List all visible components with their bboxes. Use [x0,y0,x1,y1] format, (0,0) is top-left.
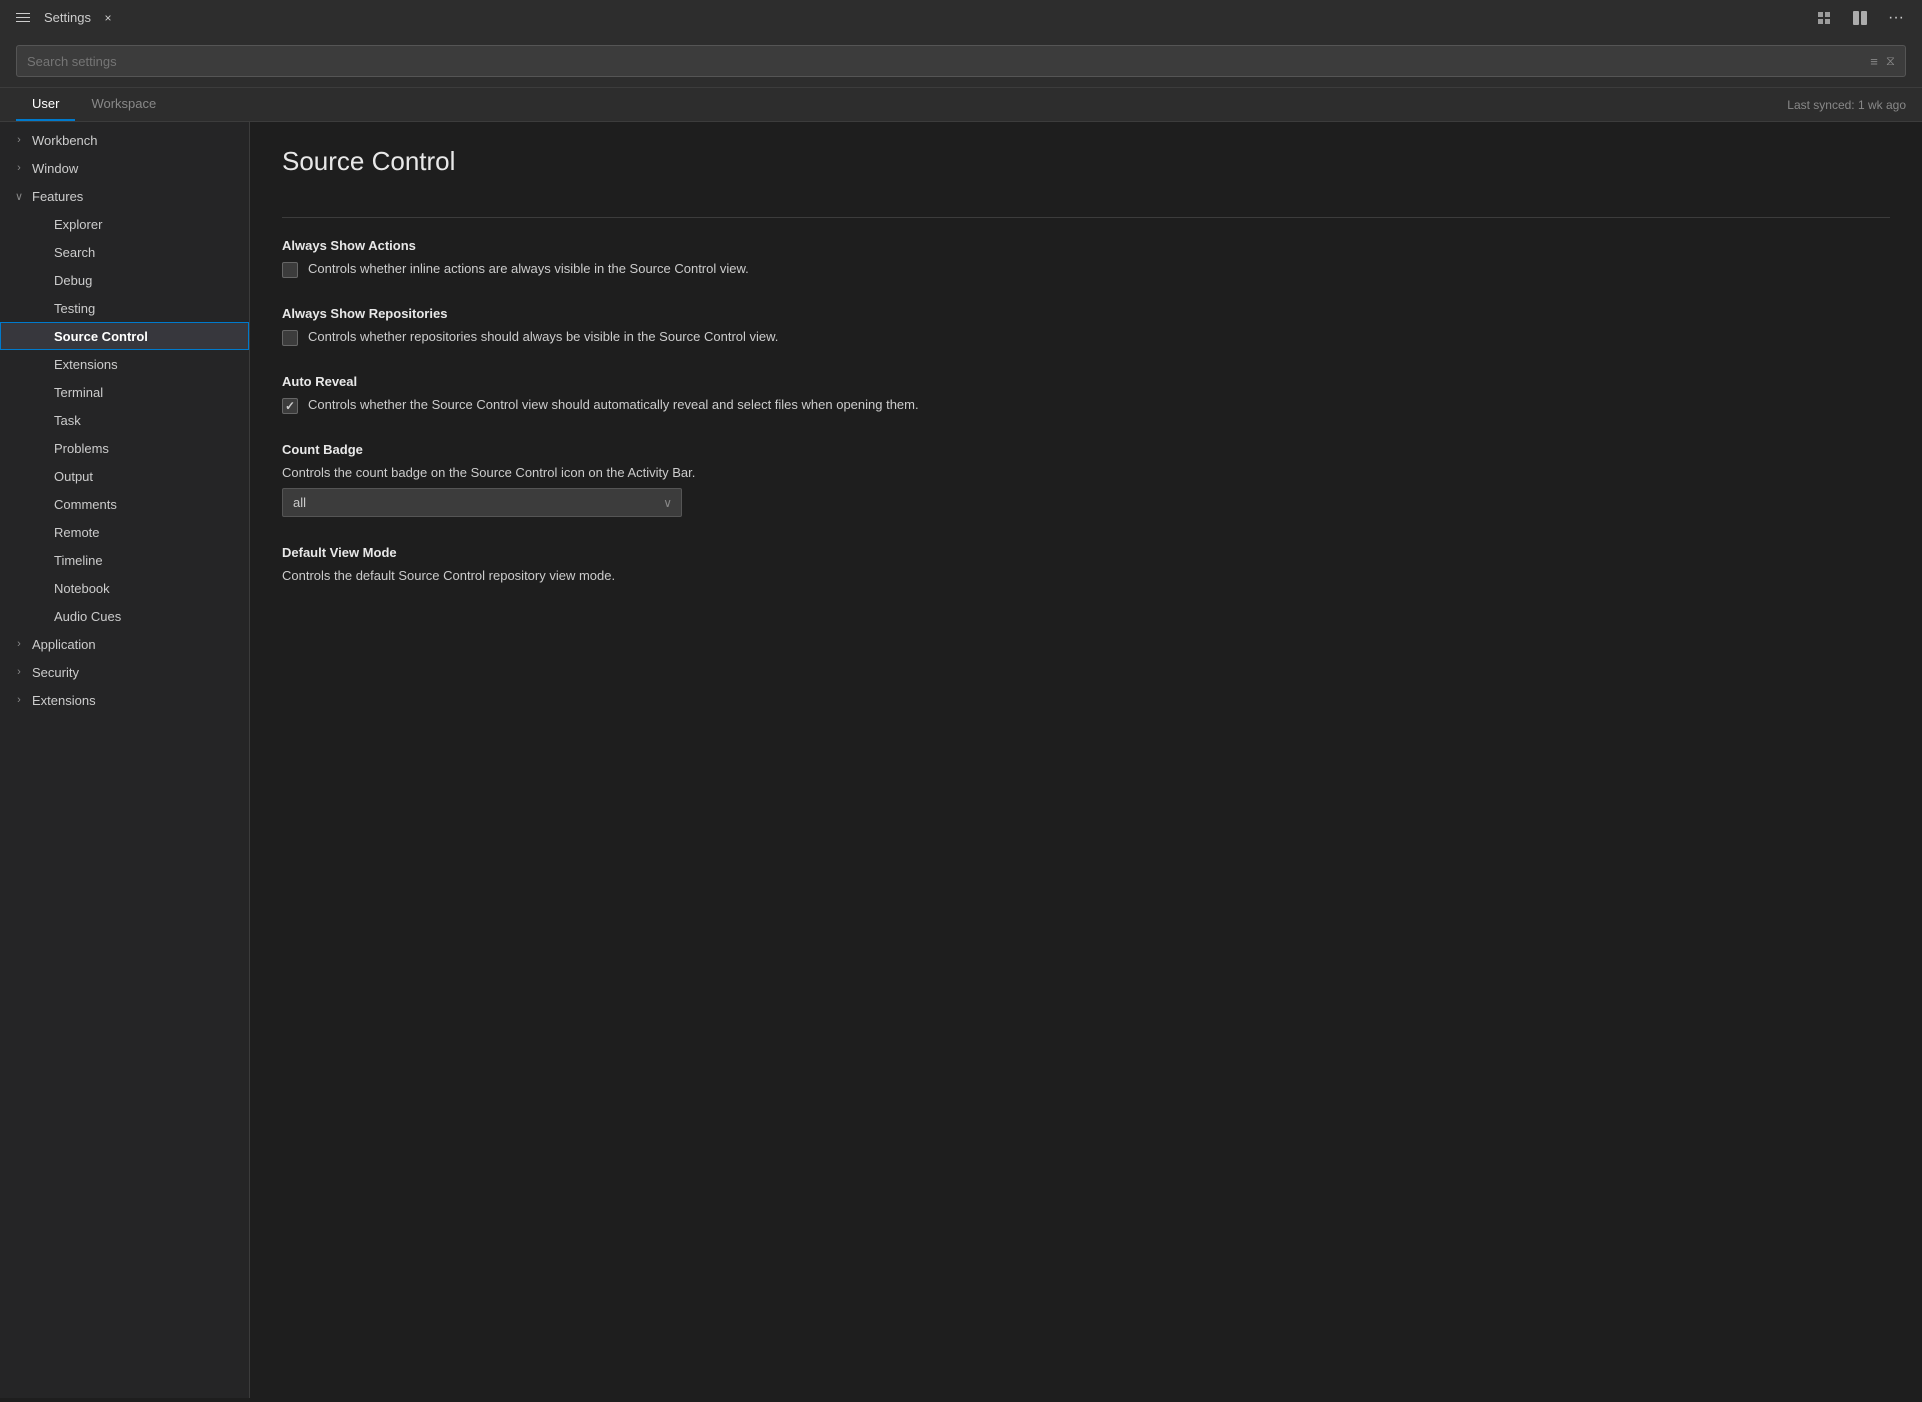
sidebar-item-label: Problems [54,441,109,456]
sidebar-item-label: Output [54,469,93,484]
sidebar-item-comments[interactable]: Comments [0,490,249,518]
setting-description: Controls whether repositories should alw… [308,329,778,344]
setting-always-show-actions: Always Show Actions Controls whether inli… [282,238,1890,278]
setting-row: Controls whether the Source Control view… [282,397,1890,414]
chevron-icon: › [12,638,26,650]
split-editor-icon[interactable] [1846,4,1874,32]
sidebar-item-label: Extensions [32,693,96,708]
title-bar-left: Settings × [12,9,115,26]
sidebar-item-testing[interactable]: Testing [0,294,249,322]
sidebar-item-label: Task [54,413,81,428]
sidebar-item-source-control[interactable]: Source Control [0,322,249,350]
tab-user[interactable]: User [16,88,75,121]
sidebar-item-label: Search [54,245,95,260]
filter-icon[interactable]: ⧖ [1886,53,1895,69]
chevron-icon: › [12,666,26,678]
tab-workspace[interactable]: Workspace [75,88,172,121]
search-bar: ≡ ⧖ [0,35,1922,88]
open-settings-icon[interactable] [1810,4,1838,32]
sidebar-item-label: Timeline [54,553,103,568]
more-actions-icon[interactable]: ··· [1882,4,1910,32]
setting-label: Count Badge [282,442,1890,457]
sidebar-item-label: Debug [54,273,92,288]
search-input[interactable] [27,54,1870,69]
sidebar-item-problems[interactable]: Problems [0,434,249,462]
sidebar-item-remote[interactable]: Remote [0,518,249,546]
sidebar-item-label: Extensions [54,357,118,372]
last-synced: Last synced: 1 wk ago [1787,98,1906,112]
sidebar-item-notebook[interactable]: Notebook [0,574,249,602]
setting-description: Controls whether inline actions are alwa… [308,261,749,276]
setting-label: Always Show Actions [282,238,1890,253]
select-count-badge[interactable]: allfocusedoff [282,488,682,517]
sidebar-item-label: Security [32,665,79,680]
setting-count-badge: Count Badge Controls the count badge on t… [282,442,1890,517]
sidebar-item-extensions-top[interactable]: › Extensions [0,686,249,714]
sidebar-item-terminal[interactable]: Terminal [0,378,249,406]
chevron-icon: › [12,694,26,706]
setting-label: Default View Mode [282,545,1890,560]
select-wrapper-count-badge: allfocusedoff∨ [282,488,682,517]
sidebar-item-label: Explorer [54,217,102,232]
tab-title: Settings [44,10,91,25]
tabs-bar: User Workspace Last synced: 1 wk ago [0,88,1922,122]
sidebar-item-label: Notebook [54,581,110,596]
chevron-icon: › [12,134,26,146]
sidebar-item-label: Source Control [54,329,148,344]
sidebar-item-audio-cues[interactable]: Audio Cues [0,602,249,630]
setting-description: Controls the default Source Control repo… [282,568,1890,583]
sidebar-item-workbench[interactable]: › Workbench [0,126,249,154]
sidebar-item-search[interactable]: Search [0,238,249,266]
search-input-wrapper[interactable]: ≡ ⧖ [16,45,1906,77]
sidebar-item-label: Window [32,161,78,176]
setting-row: Controls whether repositories should alw… [282,329,1890,346]
sidebar-item-debug[interactable]: Debug [0,266,249,294]
sidebar-item-label: Features [32,189,83,204]
menu-icon[interactable] [12,9,34,26]
page-title: Source Control [282,146,1890,189]
sidebar: › Workbench › Window ∨ Features Explorer Search… [0,122,250,1398]
sidebar-item-label: Remote [54,525,100,540]
sidebar-item-task[interactable]: Task [0,406,249,434]
main-layout: › Workbench › Window ∨ Features Explorer Search… [0,122,1922,1398]
sidebar-item-label: Comments [54,497,117,512]
title-bar-actions: ··· [1810,4,1910,32]
setting-default-view-mode: Default View Mode Controls the default So… [282,545,1890,583]
title-bar: Settings × ··· [0,0,1922,35]
sidebar-item-label: Testing [54,301,95,316]
sidebar-item-window[interactable]: › Window [0,154,249,182]
sidebar-item-output[interactable]: Output [0,462,249,490]
setting-description: Controls the count badge on the Source C… [282,465,1890,480]
title-divider [282,217,1890,218]
checkbox-always-show-actions[interactable] [282,262,298,278]
chevron-icon: › [12,162,26,174]
setting-always-show-repositories: Always Show Repositories Controls whether… [282,306,1890,346]
sidebar-item-label: Terminal [54,385,103,400]
tabs: User Workspace [16,88,172,121]
list-icon[interactable]: ≡ [1870,54,1878,69]
setting-auto-reveal: Auto Reveal Controls whether the Source C… [282,374,1890,414]
sidebar-item-features[interactable]: ∨ Features [0,182,249,210]
content-area: Source Control Always Show Actions Contro… [250,122,1922,1398]
checkbox-auto-reveal[interactable] [282,398,298,414]
search-icons: ≡ ⧖ [1870,53,1895,69]
sidebar-item-timeline[interactable]: Timeline [0,546,249,574]
sidebar-item-explorer[interactable]: Explorer [0,210,249,238]
checkbox-always-show-repositories[interactable] [282,330,298,346]
sidebar-item-extensions[interactable]: Extensions [0,350,249,378]
sidebar-item-security[interactable]: › Security [0,658,249,686]
setting-row: Controls whether inline actions are alwa… [282,261,1890,278]
close-button[interactable]: × [101,11,115,25]
sidebar-item-application[interactable]: › Application [0,630,249,658]
sidebar-item-label: Application [32,637,96,652]
sidebar-item-label: Audio Cues [54,609,121,624]
setting-label: Auto Reveal [282,374,1890,389]
setting-description: Controls whether the Source Control view… [308,397,919,412]
chevron-icon: ∨ [12,190,26,203]
setting-label: Always Show Repositories [282,306,1890,321]
sidebar-item-label: Workbench [32,133,98,148]
